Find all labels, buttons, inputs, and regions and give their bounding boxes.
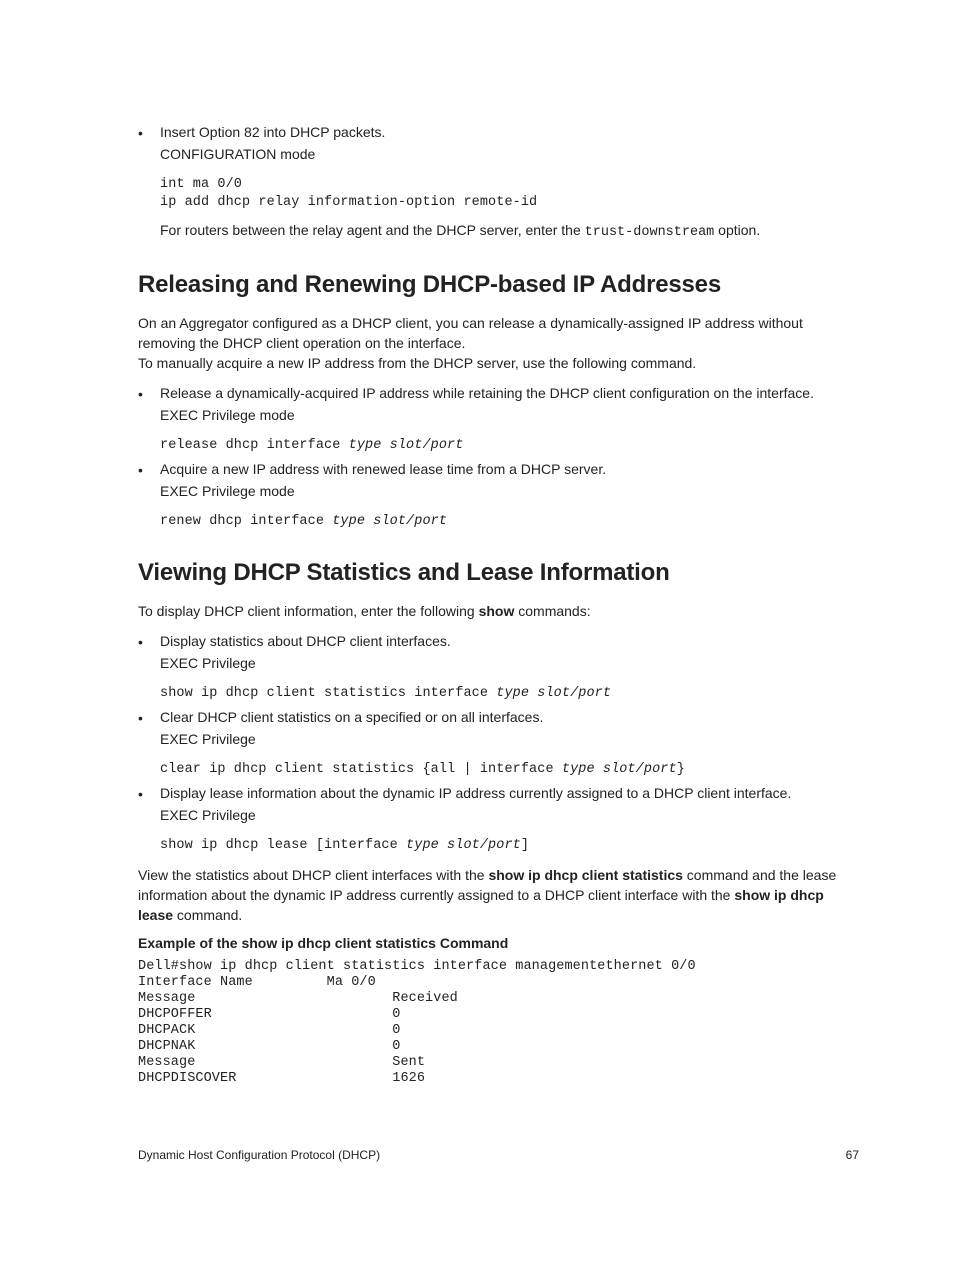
list-item-text: Clear DHCP client statistics on a specif…	[160, 709, 543, 725]
mode-text: EXEC Privilege	[160, 653, 844, 673]
code-text: renew dhcp interface	[160, 514, 332, 529]
example-code-block: Dell#show ip dhcp client statistics inte…	[138, 959, 844, 1087]
list-item-body: Insert Option 82 into DHCP packets. CONF…	[160, 122, 844, 164]
list-item-body: Acquire a new IP address with renewed le…	[160, 459, 844, 501]
paragraph: On an Aggregator configured as a DHCP cl…	[138, 313, 844, 353]
bullet-icon: •	[138, 383, 160, 425]
code-block: renew dhcp interface type slot/port	[160, 513, 844, 531]
example-heading: Example of the show ip dhcp client stati…	[138, 935, 844, 951]
paragraph: To manually acquire a new IP address fro…	[138, 353, 844, 373]
text: commands:	[514, 603, 590, 619]
code-text: clear ip dhcp client statistics {all | i…	[160, 762, 562, 777]
bold-text: show	[479, 603, 515, 619]
bullet-icon: •	[138, 459, 160, 501]
inline-code: trust-downstream	[585, 225, 715, 240]
section-heading: Viewing DHCP Statistics and Lease Inform…	[138, 559, 844, 587]
section-heading: Releasing and Renewing DHCP-based IP Add…	[138, 271, 844, 299]
code-text: }	[677, 762, 685, 777]
code-italic: type slot/port	[406, 838, 521, 853]
code-italic: type slot/port	[562, 762, 677, 777]
list-item: • Insert Option 82 into DHCP packets. CO…	[138, 122, 844, 164]
bullet-icon: •	[138, 631, 160, 673]
text: View the statistics about DHCP client in…	[138, 867, 488, 883]
list-item-text: Insert Option 82 into DHCP packets.	[160, 124, 385, 140]
page-footer: Dynamic Host Configuration Protocol (DHC…	[138, 1148, 859, 1162]
code-block: show ip dhcp lease [interface type slot/…	[160, 837, 844, 855]
list-item: • Release a dynamically-acquired IP addr…	[138, 383, 844, 425]
mode-text: CONFIGURATION mode	[160, 144, 844, 164]
code-italic: type slot/port	[349, 438, 464, 453]
bullet-icon: •	[138, 122, 160, 164]
list-item-body: Release a dynamically-acquired IP addres…	[160, 383, 844, 425]
list-item: • Display statistics about DHCP client i…	[138, 631, 844, 673]
list-item-text: Acquire a new IP address with renewed le…	[160, 461, 606, 477]
mode-text: EXEC Privilege mode	[160, 481, 844, 501]
bullet-icon: •	[138, 707, 160, 749]
code-block: show ip dhcp client statistics interface…	[160, 685, 844, 703]
paragraph: To display DHCP client information, ente…	[138, 601, 844, 621]
list-item: • Clear DHCP client statistics on a spec…	[138, 707, 844, 749]
code-text: ]	[521, 838, 529, 853]
mode-text: EXEC Privilege mode	[160, 405, 844, 425]
list-item-text: Release a dynamically-acquired IP addres…	[160, 385, 814, 401]
code-block: int ma 0/0 ip add dhcp relay information…	[160, 176, 844, 212]
list-item-body: Display lease information about the dyna…	[160, 783, 844, 825]
text: command.	[173, 907, 242, 923]
list-item: • Display lease information about the dy…	[138, 783, 844, 825]
paragraph: For routers between the relay agent and …	[160, 220, 844, 243]
paragraph: View the statistics about DHCP client in…	[138, 865, 844, 925]
code-block: clear ip dhcp client statistics {all | i…	[160, 761, 844, 779]
list-item-body: Display statistics about DHCP client int…	[160, 631, 844, 673]
list-item: • Acquire a new IP address with renewed …	[138, 459, 844, 501]
code-italic: type slot/port	[496, 686, 611, 701]
list-item-body: Clear DHCP client statistics on a specif…	[160, 707, 844, 749]
mode-text: EXEC Privilege	[160, 729, 844, 749]
text: option.	[714, 222, 760, 238]
text: To display DHCP client information, ente…	[138, 603, 479, 619]
list-item-text: Display statistics about DHCP client int…	[160, 633, 451, 649]
code-block: release dhcp interface type slot/port	[160, 437, 844, 455]
code-text: show ip dhcp client statistics interface	[160, 686, 496, 701]
document-page: • Insert Option 82 into DHCP packets. CO…	[0, 0, 954, 1147]
mode-text: EXEC Privilege	[160, 805, 844, 825]
text: For routers between the relay agent and …	[160, 222, 585, 238]
code-italic: type slot/port	[332, 514, 447, 529]
page-number: 67	[846, 1148, 859, 1162]
footer-title: Dynamic Host Configuration Protocol (DHC…	[138, 1148, 380, 1162]
code-text: release dhcp interface	[160, 438, 349, 453]
bold-text: show ip dhcp client statistics	[488, 867, 682, 883]
list-item-text: Display lease information about the dyna…	[160, 785, 791, 801]
code-text: show ip dhcp lease [interface	[160, 838, 406, 853]
bullet-icon: •	[138, 783, 160, 825]
